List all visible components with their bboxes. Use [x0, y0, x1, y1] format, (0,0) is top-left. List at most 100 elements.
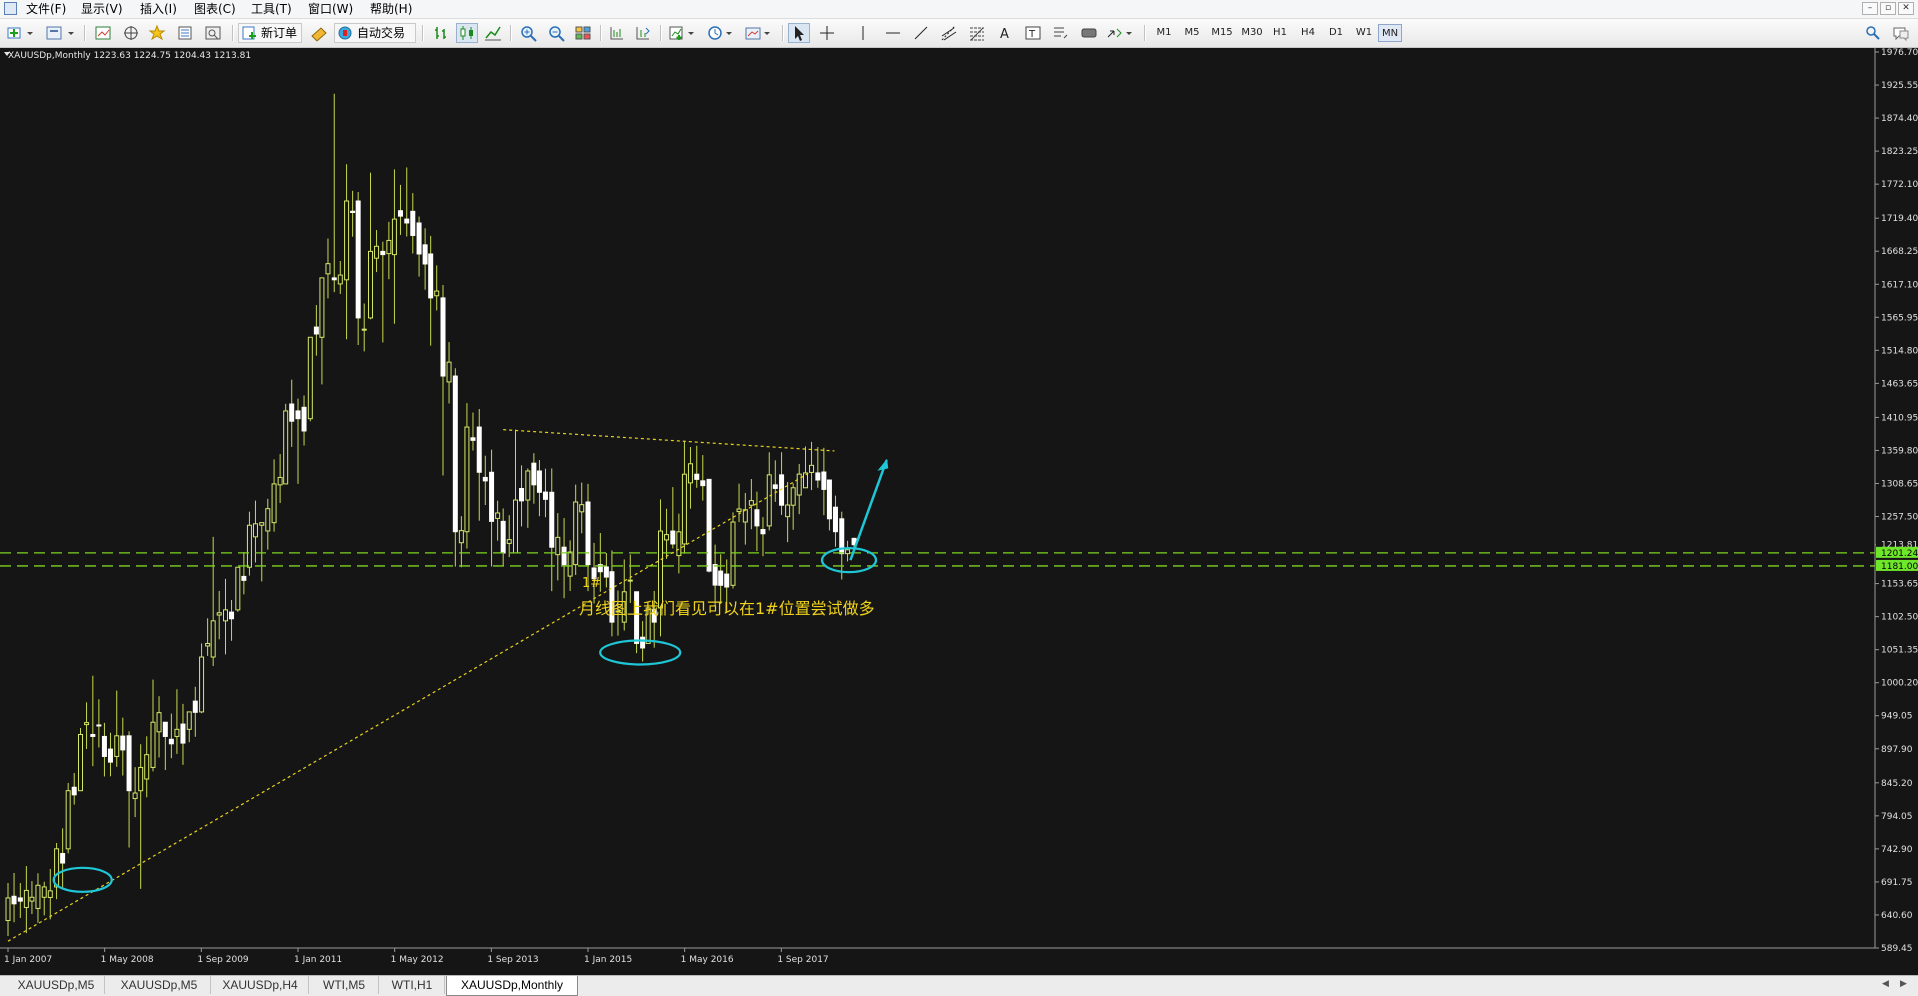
menu-tools[interactable]: 工具(T)	[251, 1, 292, 17]
restore-button[interactable]: ▫	[1880, 2, 1896, 15]
metaeditor-icon[interactable]	[308, 23, 330, 43]
indicators-icon[interactable]	[666, 23, 700, 43]
timeframe-d1[interactable]: D1	[1324, 24, 1348, 42]
favorites-icon[interactable]	[146, 23, 168, 43]
bar-chart-icon[interactable]	[430, 23, 452, 43]
candle-body	[506, 539, 512, 544]
chart-shift-icon[interactable]	[606, 23, 628, 43]
menu-help[interactable]: 帮助(H)	[370, 1, 412, 17]
candle-body	[519, 488, 525, 502]
candle-body	[307, 336, 313, 420]
price-axis-label: 640.60	[1881, 911, 1913, 921]
menu-charts[interactable]: 图表(C)	[194, 1, 236, 17]
candle-body	[259, 522, 265, 526]
chart-header: XAUUSDp,Monthly 1223.63 1224.75 1204.43 …	[8, 51, 251, 61]
candle-body	[162, 721, 168, 737]
tab-xauusdp-h4[interactable]: XAUUSDp,H4	[212, 976, 309, 994]
candle-body	[199, 656, 205, 713]
search-icon[interactable]	[1862, 23, 1884, 43]
periods-icon[interactable]	[704, 23, 738, 43]
time-axis-label: 1 Sep 2013	[487, 955, 538, 965]
zoom-out-icon[interactable]	[546, 23, 568, 43]
cursor-icon[interactable]	[788, 23, 810, 43]
auto-trading-label: 自动交易	[357, 26, 406, 40]
arrow-object-icon[interactable]	[1104, 23, 1138, 43]
price-axis-label: 1359.80	[1881, 446, 1918, 456]
tab-wti-m5[interactable]: WTI,M5	[310, 976, 379, 994]
candle-body	[96, 724, 102, 727]
timeframe-m5[interactable]: M5	[1180, 24, 1204, 42]
candle-body	[114, 735, 120, 757]
text-icon[interactable]: A	[994, 23, 1016, 43]
candle-body	[319, 277, 325, 338]
time-axis-label: 1 May 2008	[101, 955, 154, 965]
candle-body	[60, 853, 66, 864]
candle-body	[664, 534, 670, 541]
price-chart[interactable]: 1976.70 1925.55 1874.40 1823.25 1772.10 1719.…	[0, 48, 1918, 975]
timeframe-mn[interactable]: MN	[1378, 24, 1402, 42]
timeframe-m1[interactable]: M1	[1152, 24, 1176, 42]
timeframe-h1[interactable]: H1	[1268, 24, 1292, 42]
chart-window[interactable]: 1976.70 1925.55 1874.40 1823.25 1772.10 1719.…	[0, 48, 1918, 975]
new-order-button[interactable]: 新订单	[238, 23, 302, 43]
tab-wti-h1[interactable]: WTI,H1	[380, 976, 445, 994]
timeframe-w1[interactable]: W1	[1352, 24, 1376, 42]
fibonacci-icon[interactable]	[966, 23, 988, 43]
mark-label: 1#	[582, 576, 601, 591]
candle-body	[107, 748, 113, 763]
candle-body	[452, 375, 458, 533]
new-chart-icon[interactable]	[4, 23, 36, 43]
close-button[interactable]: ✕	[1898, 2, 1914, 15]
crosshair-icon[interactable]	[816, 23, 838, 43]
profiles-icon[interactable]	[42, 23, 78, 43]
candle-body	[536, 470, 542, 493]
line-chart-icon[interactable]	[482, 23, 504, 43]
arrows-icon[interactable]	[1050, 23, 1072, 43]
candle-body	[216, 612, 222, 616]
equidistant-channel-icon[interactable]	[938, 23, 960, 43]
candle-body	[416, 222, 422, 255]
minimize-button[interactable]: –	[1862, 2, 1878, 15]
navigator-icon[interactable]	[120, 23, 142, 43]
candle-body	[440, 297, 446, 377]
timeframe-m30[interactable]: M30	[1238, 24, 1266, 42]
menu-insert[interactable]: 插入(I)	[140, 1, 177, 17]
market-watch-icon[interactable]	[92, 23, 114, 43]
candle-body	[513, 499, 518, 554]
chat-icon[interactable]	[1890, 23, 1912, 43]
zoom-in-icon[interactable]	[518, 23, 540, 43]
candle-body	[331, 277, 337, 281]
timeframe-m15[interactable]: M15	[1208, 24, 1236, 42]
text-label-icon[interactable]: T	[1022, 23, 1044, 43]
menu-file[interactable]: 文件(F)	[26, 1, 66, 17]
trendline-icon[interactable]	[910, 23, 932, 43]
horizontal-line-icon[interactable]	[882, 23, 904, 43]
tabs-scroll-left-icon[interactable]: ◀	[1882, 979, 1889, 989]
tile-windows-icon[interactable]	[572, 23, 594, 43]
tab-xauusdp-monthly[interactable]: XAUUSDp,Monthly	[446, 976, 578, 996]
price-axis-label: 1102.50	[1881, 613, 1918, 623]
time-axis-label: 1 Sep 2009	[197, 955, 249, 965]
auto-trading-button[interactable]: 自动交易	[334, 23, 416, 43]
candle-body	[525, 470, 531, 501]
candlestick-icon[interactable]	[456, 23, 478, 43]
autoscroll-icon[interactable]	[632, 23, 654, 43]
tabs-scroll-right-icon[interactable]: ▶	[1900, 979, 1907, 989]
candle-body	[47, 890, 53, 898]
shapes-icon[interactable]	[1078, 23, 1100, 43]
candle-body	[495, 512, 501, 519]
menu-window[interactable]: 窗口(W)	[308, 1, 353, 17]
candle-body	[210, 620, 216, 658]
data-window-icon[interactable]	[174, 23, 196, 43]
strategy-tester-icon[interactable]	[202, 23, 224, 43]
vertical-line-icon[interactable]	[852, 23, 874, 43]
templates-icon[interactable]	[742, 23, 776, 43]
candle-body	[766, 474, 772, 527]
menu-view[interactable]: 显示(V)	[81, 1, 123, 17]
candle-body	[579, 504, 585, 513]
candle-body	[374, 245, 380, 259]
candle-body	[748, 500, 754, 506]
timeframe-h4[interactable]: H4	[1296, 24, 1320, 42]
tab-xauusdp-m5[interactable]: XAUUSDp,M5	[8, 976, 105, 994]
tab-xauusdp-m5-2[interactable]: XAUUSDp,M5	[108, 976, 211, 994]
